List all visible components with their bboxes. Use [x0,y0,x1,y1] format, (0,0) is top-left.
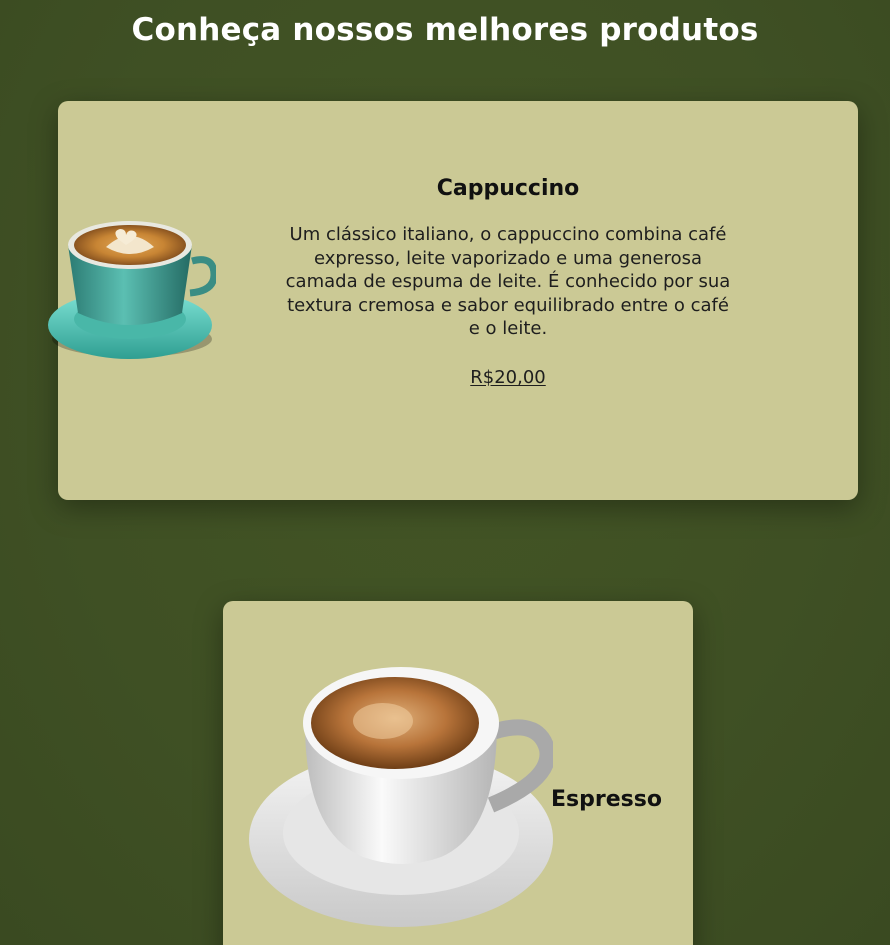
product-name: Cappuccino [436,176,580,201]
cappuccino-image [48,221,216,359]
product-description: Um clássico italiano, o cappuccino combi… [285,224,731,340]
page-title: Conheça nossos melhores produtos [131,12,759,48]
espresso-image [249,667,553,927]
product-card-cappuccino: Cappuccino Um clássico italiano, o cappu… [48,101,858,500]
page: Conheça nossos melhores produtos Cappucc… [0,0,890,945]
product-card-espresso: Espresso [223,601,693,945]
product-name: Espresso [551,787,662,812]
product-price-link[interactable]: R$20,00 [283,367,733,388]
